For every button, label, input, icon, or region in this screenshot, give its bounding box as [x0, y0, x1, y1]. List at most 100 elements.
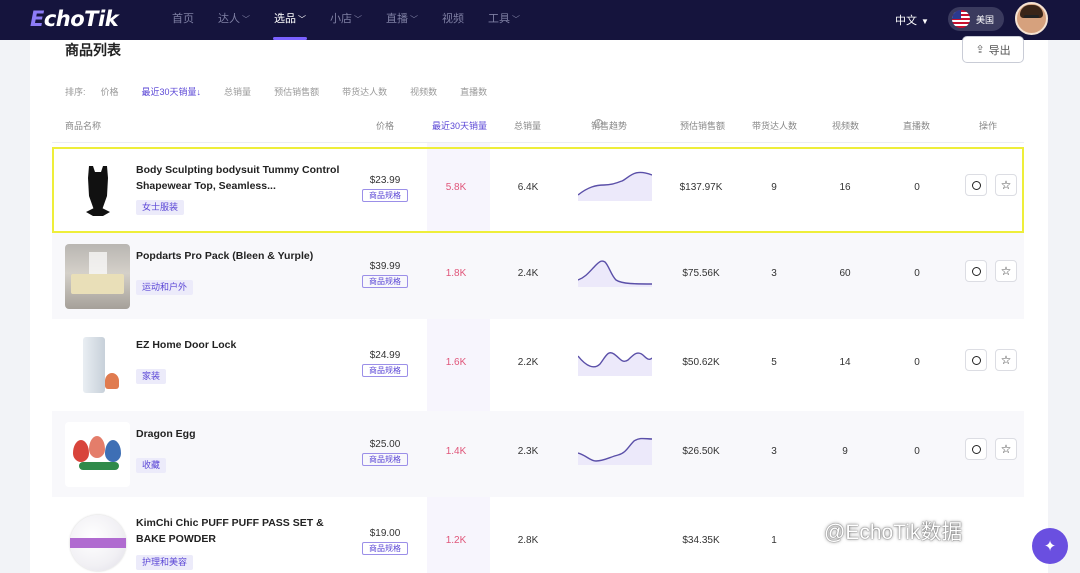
sort-option-lives[interactable]: 直播数: [460, 85, 487, 98]
col-header-total-sales[interactable]: 总销量: [514, 119, 541, 132]
spec-button[interactable]: 商品规格: [362, 542, 408, 555]
nav-item-videos[interactable]: 视频: [430, 0, 476, 40]
region-selector[interactable]: 美国: [948, 7, 1004, 31]
sort-option-sales30[interactable]: 最近30天销量↓: [142, 85, 202, 98]
star-icon: ☆: [1000, 442, 1012, 456]
spec-button[interactable]: 商品规格: [362, 275, 408, 288]
spec-button[interactable]: 商品规格: [362, 189, 408, 202]
floating-help-button[interactable]: ✦: [1032, 528, 1068, 564]
product-name[interactable]: Popdarts Pro Pack (Bleen & Yurple): [136, 248, 341, 264]
col-header-price[interactable]: 价格: [376, 119, 394, 132]
chevron-down-icon: ﹀: [410, 15, 418, 24]
table-row[interactable]: Body Sculpting bodysuit Tummy Control Sh…: [52, 147, 1024, 233]
info-icon[interactable]: ?: [594, 119, 603, 128]
export-button[interactable]: ⇪ 导出: [962, 36, 1024, 63]
detail-button[interactable]: [965, 438, 987, 460]
dragon-shape: [79, 462, 119, 470]
live-count: 0: [914, 357, 920, 368]
spec-button[interactable]: 商品规格: [362, 453, 408, 466]
estimated-revenue: $26.50K: [682, 446, 720, 457]
product-name[interactable]: KimChi Chic PUFF PUFF PASS SET & BAKE PO…: [136, 515, 341, 547]
total-sales: 2.3K: [517, 446, 539, 457]
col-header-lives[interactable]: 直播数: [903, 119, 930, 132]
chevron-down-icon: ﹀: [354, 15, 362, 24]
chevron-down-icon: ﹀: [242, 15, 250, 24]
detail-button[interactable]: [965, 349, 987, 371]
nav-item-tools[interactable]: 工具 ﹀: [476, 0, 532, 40]
video-count: 16: [839, 182, 851, 193]
spec-button[interactable]: 商品规格: [362, 364, 408, 377]
product-image[interactable]: [65, 511, 130, 573]
favorite-button[interactable]: ☆: [995, 260, 1017, 282]
sort-option-creators[interactable]: 带货达人数: [342, 85, 387, 98]
chevron-down-icon: ﹀: [512, 15, 520, 24]
col-header-videos[interactable]: 视频数: [832, 119, 859, 132]
sales-trend-sparkline: [578, 171, 652, 201]
nav-item-creators[interactable]: 达人 ﹀: [206, 0, 262, 40]
product-image[interactable]: [65, 244, 130, 309]
watermark: @EchoTik数据: [824, 521, 963, 544]
estimated-revenue: $34.35K: [682, 535, 720, 546]
category-tag[interactable]: 家装: [136, 369, 167, 384]
col-header-sales30[interactable]: 最近30天销量: [432, 119, 487, 132]
table-row[interactable]: Dragon Egg 收藏 $25.00 商品规格 1.4K 2.3K $26.…: [52, 411, 1024, 497]
favorite-button[interactable]: ☆: [995, 174, 1017, 196]
favorite-button[interactable]: ☆: [995, 438, 1017, 460]
sales-30d: 1.6K: [445, 357, 467, 368]
estimated-revenue: $137.97K: [679, 182, 723, 193]
us-flag-icon: [952, 10, 970, 28]
export-icon: ⇪: [975, 44, 985, 56]
col-header-creators[interactable]: 带货达人数: [752, 119, 797, 132]
table-header: 商品名称 价格 最近30天销量 总销量 销售趋势? 预估销售额 带货达人数 视频…: [0, 119, 1080, 131]
category-tag[interactable]: 护理和美容: [136, 555, 194, 570]
nav-item-shops[interactable]: 小店 ﹀: [318, 0, 374, 40]
header-divider: [52, 142, 1024, 143]
circle-icon: [971, 180, 981, 190]
sort-option-revenue[interactable]: 预估销售额: [274, 85, 319, 98]
total-sales: 2.8K: [517, 535, 539, 546]
creator-count: 1: [771, 535, 777, 546]
favorite-button[interactable]: ☆: [995, 349, 1017, 371]
sort-label: 排序:: [65, 87, 86, 97]
col-header-actions: 操作: [979, 121, 998, 131]
egg-shape: [89, 436, 105, 458]
sort-option-total-sales[interactable]: 总销量: [224, 85, 251, 98]
language-selector[interactable]: 中文 ▼: [895, 12, 929, 28]
product-name[interactable]: Dragon Egg: [136, 426, 341, 442]
product-image[interactable]: [65, 422, 130, 487]
price: $23.99: [369, 175, 401, 186]
creator-count: 3: [771, 446, 777, 457]
sort-bar: 排序: 价格 最近30天销量↓ 总销量 预估销售额 带货达人数 视频数 直播数: [65, 85, 510, 98]
nav-item-home[interactable]: 首页: [160, 0, 206, 40]
sales-30d: 1.2K: [445, 535, 467, 546]
product-name[interactable]: Body Sculpting bodysuit Tummy Control Sh…: [136, 162, 341, 194]
circle-icon: [971, 266, 981, 276]
category-tag[interactable]: 女士服装: [136, 200, 185, 215]
product-image[interactable]: [65, 158, 130, 223]
user-avatar[interactable]: [1015, 2, 1048, 35]
category-tag[interactable]: 运动和户外: [136, 280, 194, 295]
detail-button[interactable]: [965, 260, 987, 282]
sales-30d: 1.8K: [445, 268, 467, 279]
category-tag[interactable]: 收藏: [136, 458, 167, 473]
product-image[interactable]: [65, 333, 130, 398]
table-row[interactable]: Popdarts Pro Pack (Bleen & Yurple) 运动和户外…: [52, 233, 1024, 319]
total-sales: 2.4K: [517, 268, 539, 279]
main-nav: 首页 达人 ﹀ 选品 ﹀ 小店 ﹀ 直播 ﹀ 视频 工具 ﹀: [160, 0, 532, 40]
sort-option-price[interactable]: 价格: [101, 85, 119, 98]
star-icon: ☆: [1000, 264, 1012, 278]
egg-shape: [105, 440, 121, 462]
sales-trend-sparkline: [578, 522, 652, 554]
nav-item-live[interactable]: 直播 ﹀: [374, 0, 430, 40]
echotik-logo[interactable]: EchoTik: [30, 7, 119, 31]
page-title: 商品列表: [65, 42, 121, 58]
product-name[interactable]: EZ Home Door Lock: [136, 337, 341, 353]
col-header-revenue[interactable]: 预估销售额: [680, 119, 725, 132]
table-row[interactable]: EZ Home Door Lock 家装 $24.99 商品规格 1.6K 2.…: [52, 322, 1024, 408]
sort-option-videos[interactable]: 视频数: [410, 85, 437, 98]
live-count: 0: [914, 182, 920, 193]
sales-trend-sparkline: [578, 437, 652, 465]
nav-item-products[interactable]: 选品 ﹀: [262, 0, 318, 40]
detail-button[interactable]: [965, 174, 987, 196]
creator-count: 3: [771, 268, 777, 279]
